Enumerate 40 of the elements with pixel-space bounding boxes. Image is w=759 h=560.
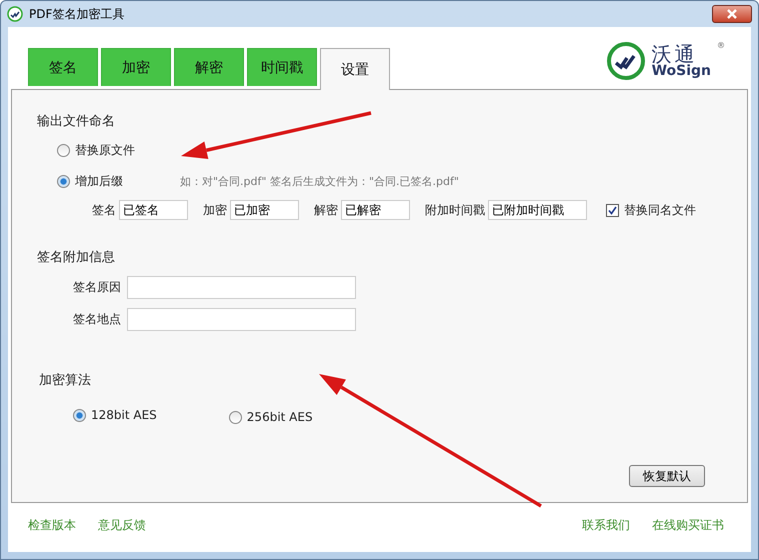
- section-heading: 签名附加信息: [37, 249, 116, 266]
- registered-mark: ®: [717, 41, 725, 50]
- suffix-field[interactable]: 已签名: [119, 200, 188, 220]
- tab[interactable]: 签名: [28, 48, 98, 86]
- radio-option[interactable]: 128bit AES: [73, 408, 157, 422]
- suffix-field[interactable]: 已加密: [230, 200, 299, 220]
- suffix-field[interactable]: 已附加时间戳: [488, 200, 587, 220]
- section-heading: 输出文件命名: [37, 113, 116, 130]
- logo-text: 沃通: [652, 44, 698, 64]
- overwrite-checkbox[interactable]: 替换同名文件: [606, 202, 696, 218]
- text-field[interactable]: [127, 276, 356, 299]
- close-icon: [726, 9, 738, 19]
- radio-option[interactable]: 增加后缀: [57, 173, 123, 190]
- footer-link[interactable]: 联系我们: [582, 517, 630, 534]
- footer-link[interactable]: 检查版本: [28, 517, 76, 534]
- footer-link[interactable]: 在线购买证书: [652, 517, 724, 534]
- logo-text: WoSign: [652, 64, 711, 78]
- radio-option[interactable]: 256bit AES: [228, 410, 313, 424]
- section-heading: 加密算法: [39, 372, 92, 389]
- field-label: 加密: [203, 202, 227, 218]
- tab[interactable]: 加密: [101, 48, 171, 86]
- restore-defaults-button[interactable]: 恢复默认: [629, 465, 705, 487]
- checkmark-logo-icon: [606, 41, 646, 81]
- tab[interactable]: 解密: [174, 48, 244, 86]
- field-label: 签名: [92, 202, 116, 218]
- tab[interactable]: 时间戳: [247, 48, 317, 86]
- text-field[interactable]: [127, 308, 356, 331]
- app-icon: [7, 6, 23, 22]
- field-label: 签名原因: [73, 279, 121, 296]
- radio-option[interactable]: 替换原文件: [57, 142, 135, 159]
- field-label: 签名地点: [73, 311, 121, 328]
- close-button[interactable]: [712, 5, 752, 23]
- suffix-field[interactable]: 已解密: [341, 200, 410, 220]
- tab[interactable]: 设置: [320, 48, 390, 90]
- window-title: PDF签名加密工具: [29, 6, 124, 22]
- field-label: 解密: [314, 202, 338, 218]
- hint-text: 如：对"合同.pdf" 签名后生成文件为："合同.已签名.pdf": [180, 174, 459, 189]
- field-label: 附加时间戳: [425, 202, 485, 218]
- check-icon: [608, 206, 617, 214]
- footer-link[interactable]: 意见反馈: [98, 517, 146, 534]
